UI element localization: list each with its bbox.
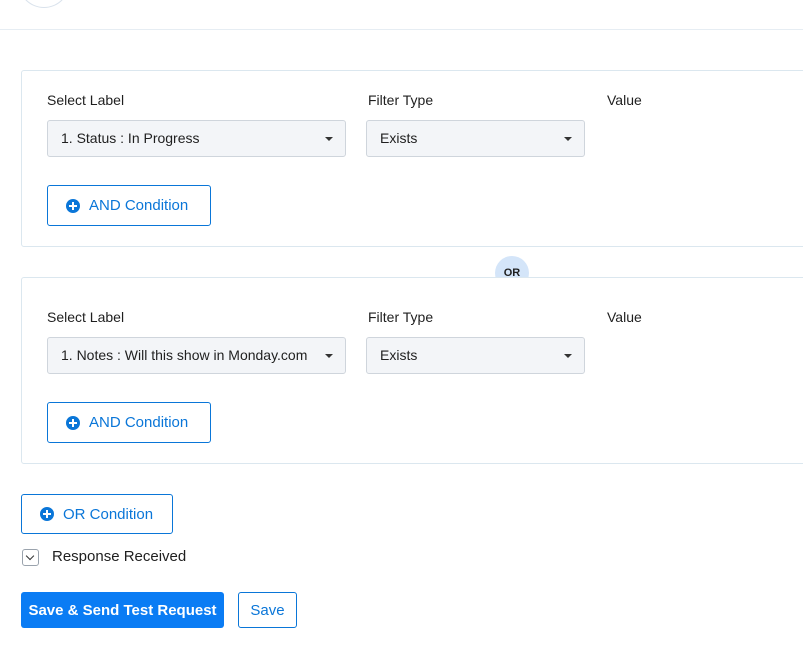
avatar: [19, 0, 69, 8]
select-label-value: 1. Status : In Progress: [61, 130, 200, 146]
or-condition-label: OR Condition: [63, 505, 154, 523]
select-label-heading: Select Label: [47, 92, 125, 108]
caret-down-icon: [564, 354, 572, 358]
filter-type-dropdown[interactable]: Exists: [366, 120, 585, 157]
filter-type-heading: Filter Type: [368, 309, 434, 325]
caret-down-icon: [325, 137, 333, 141]
and-condition-label: AND Condition: [89, 197, 189, 214]
save-and-send-test-request-button[interactable]: Save & Send Test Request: [21, 592, 224, 628]
filter-type-heading: Filter Type: [368, 92, 434, 108]
save-button[interactable]: Save: [238, 592, 297, 628]
or-condition-button[interactable]: OR Condition: [21, 494, 173, 534]
condition-group-2: Select Label Filter Type Value 1. Notes …: [21, 277, 803, 464]
response-received-label: Response Received: [52, 548, 187, 565]
plus-circle-icon: [40, 507, 54, 521]
filter-type-value: Exists: [380, 347, 418, 363]
plus-circle-icon: [66, 198, 80, 213]
filter-type-dropdown[interactable]: Exists: [366, 337, 585, 374]
value-heading: Value: [607, 309, 642, 325]
caret-down-icon: [325, 354, 333, 358]
select-label-dropdown[interactable]: 1. Status : In Progress: [47, 120, 346, 157]
top-header-strip: [0, 0, 803, 30]
condition-group-1: Select Label Filter Type Value 1. Status…: [21, 70, 803, 247]
value-heading: Value: [607, 92, 642, 108]
chevron-down-icon[interactable]: [22, 549, 39, 566]
and-condition-label: AND Condition: [89, 414, 189, 431]
plus-circle-icon: [66, 415, 80, 430]
and-condition-button[interactable]: AND Condition: [47, 185, 211, 226]
select-label-dropdown[interactable]: 1. Notes : Will this show in Monday.com: [47, 337, 346, 374]
and-condition-button[interactable]: AND Condition: [47, 402, 211, 443]
filter-type-value: Exists: [380, 130, 418, 146]
select-label-value: 1. Notes : Will this show in Monday.com: [61, 347, 308, 363]
select-label-heading: Select Label: [47, 309, 125, 325]
caret-down-icon: [564, 137, 572, 141]
